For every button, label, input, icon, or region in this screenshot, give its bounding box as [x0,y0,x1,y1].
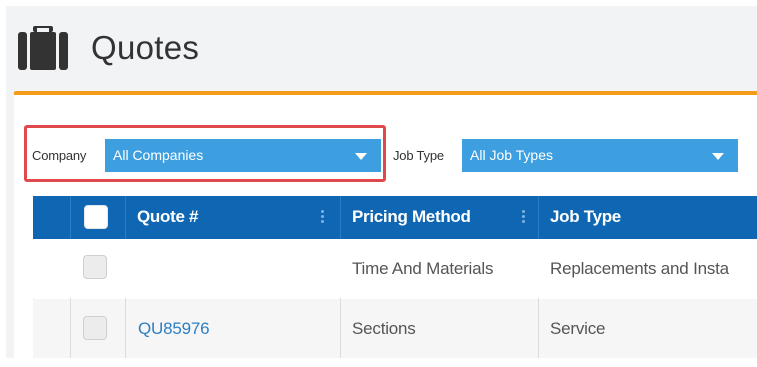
column-header-pricing-method[interactable]: Pricing Method [352,207,471,227]
page-header: Quotes [6,6,757,92]
header-divider [340,196,341,239]
header-divider [125,196,126,239]
pricing-method-cell: Sections [352,319,416,338]
column-divider [125,299,126,358]
company-filter-highlight [24,125,386,182]
quote-number-link[interactable]: QU85976 [138,319,328,339]
row-checkbox[interactable] [83,255,107,279]
job-type-select-value: All Job Types [470,147,554,163]
column-divider [538,299,539,358]
column-menu-icon[interactable] [522,210,526,226]
select-all-checkbox[interactable] [84,205,108,229]
chevron-down-icon [712,153,724,160]
column-header-job-type[interactable]: Job Type [550,207,621,227]
pricing-method-cell: Time And Materials [352,259,494,278]
job-type-filter-label: Job Type [393,148,444,163]
column-divider [340,299,341,358]
header-divider [538,196,539,239]
page-title: Quotes [91,29,200,66]
briefcase-icon [18,26,68,70]
column-menu-icon[interactable] [321,210,325,226]
column-divider [70,299,71,358]
job-type-select[interactable]: All Job Types [462,139,738,172]
row-checkbox[interactable] [83,316,107,340]
job-type-cell: Service [550,319,606,338]
header-divider [70,196,71,239]
job-type-cell: Replacements and Insta [550,259,729,278]
column-header-quote[interactable]: Quote # [137,207,198,227]
